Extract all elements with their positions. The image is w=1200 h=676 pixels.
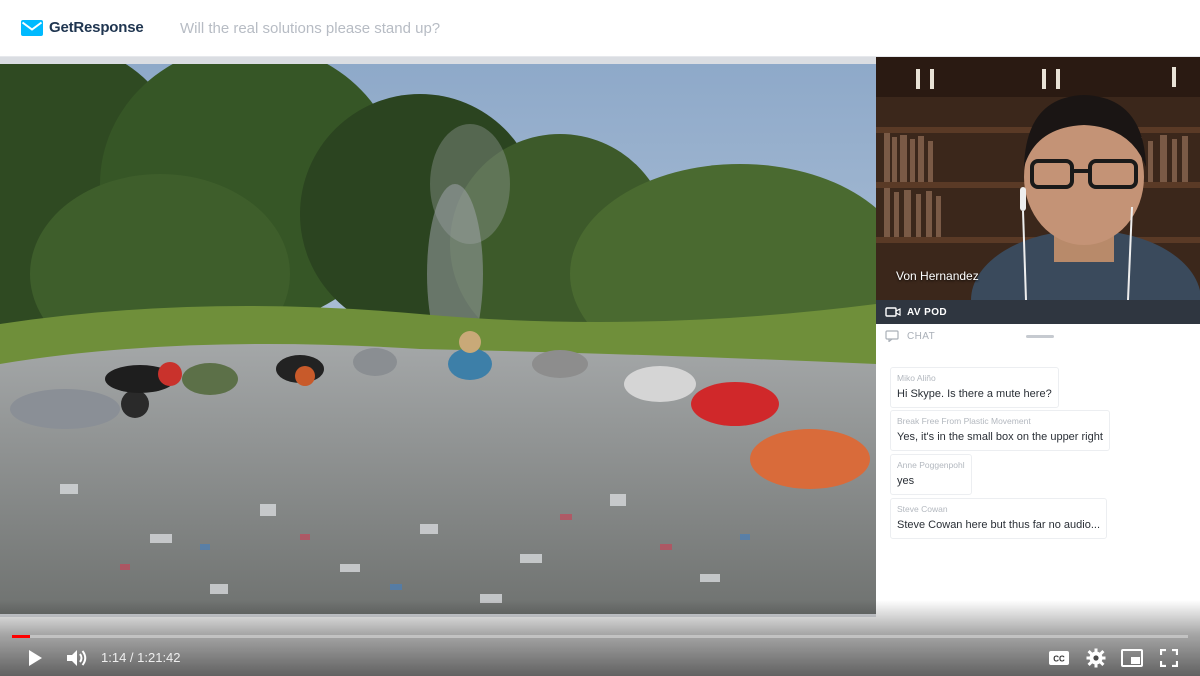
volume-button[interactable] [63, 645, 91, 671]
presenter-video: Von Hernandez [876, 57, 1200, 300]
envelope-icon [21, 19, 43, 36]
fullscreen-button[interactable] [1156, 645, 1182, 671]
slide-photo [0, 64, 876, 614]
brand-logo: GetResponse [21, 19, 144, 36]
progress-fill [12, 635, 30, 638]
fullscreen-icon [1160, 649, 1178, 667]
brand-name: GetResponse [49, 19, 144, 36]
chat-message: Break Free From Plastic Movement Yes, it… [890, 410, 1110, 451]
chat-message-author: Break Free From Plastic Movement [897, 416, 1031, 426]
chat-resize-handle[interactable] [1026, 335, 1054, 338]
chat-message-author: Steve Cowan [897, 504, 948, 514]
av-pod-label: AV POD [907, 306, 947, 318]
miniplayer-button[interactable] [1119, 645, 1145, 671]
presenter-name: Von Hernandez [896, 269, 979, 283]
webinar-header: GetResponse Will the real solutions plea… [0, 0, 1200, 57]
chat-message-text: Hi Skype. Is there a mute here? [897, 388, 1052, 400]
time-display: 1:14 / 1:21:42 [101, 650, 181, 665]
chat-message-author: Miko Aliño [897, 373, 936, 383]
chat-message-text: Yes, it's in the small box on the upper … [897, 431, 1103, 443]
chat-message: Steve Cowan Steve Cowan here but thus fa… [890, 498, 1108, 539]
chat-label: CHAT [907, 330, 936, 342]
svg-text:CC: CC [1053, 655, 1065, 664]
chat-header[interactable]: CHAT [876, 324, 1200, 348]
chat-message-text: Steve Cowan here but thus far no audio..… [897, 519, 1101, 531]
volume-icon [67, 650, 87, 666]
chat-bubble-icon [885, 330, 899, 342]
video-camera-icon [885, 307, 901, 317]
play-button[interactable] [22, 645, 48, 671]
chat-message-text: yes [897, 475, 915, 487]
progress-bar[interactable] [12, 635, 1188, 638]
chat-message: Anne Poggenpohl yes [890, 454, 972, 495]
play-icon [29, 650, 42, 666]
webinar-title: Will the real solutions please stand up? [180, 20, 441, 37]
webinar-player: GetResponse Will the real solutions plea… [0, 0, 1200, 676]
captions-button[interactable]: CC [1046, 645, 1072, 671]
captions-icon: CC [1049, 651, 1069, 665]
chat-message-author: Anne Poggenpohl [897, 460, 965, 470]
right-panel: Von Hernandez AV POD CHAT Miko Aliño Hi … [876, 57, 1200, 676]
settings-button[interactable] [1083, 645, 1109, 671]
chat-message: Miko Aliño Hi Skype. Is there a mute her… [890, 367, 1059, 408]
av-pod-bar[interactable]: AV POD [876, 300, 1200, 324]
miniplayer-icon [1121, 649, 1143, 667]
gear-icon [1086, 648, 1106, 668]
